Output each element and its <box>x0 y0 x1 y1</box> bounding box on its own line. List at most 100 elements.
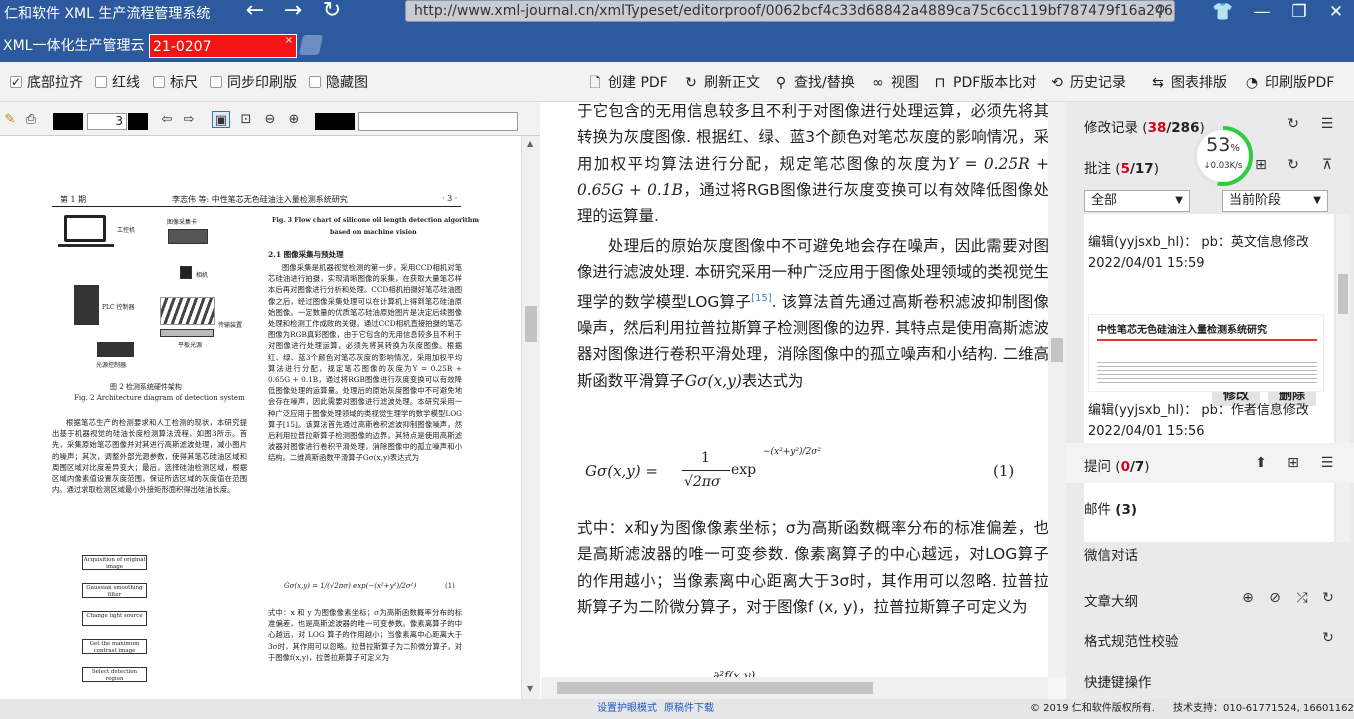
editor-paragraph[interactable]: 处理后的原始灰度图像中不可避免地会存在噪声，因此需要对图像进行滤波处理. 本研究… <box>577 233 1048 394</box>
outline-title[interactable]: 文章大纲 <box>1084 590 1138 610</box>
checkbox-ruler[interactable]: 标尺 <box>153 74 198 92</box>
scroll-up-icon[interactable]: ▲ <box>527 139 533 148</box>
page-number-input[interactable]: 3 <box>87 113 127 130</box>
zoom-out-icon[interactable]: ⊖ <box>261 111 279 128</box>
partial-formula[interactable]: ∂²f(x,y) <box>713 669 755 677</box>
checkbox-bottom-align[interactable]: 底部拉齐 <box>10 73 83 92</box>
checkbox-box[interactable] <box>153 76 165 88</box>
fit-page-icon[interactable]: ▣ <box>212 111 230 128</box>
citation-link[interactable]: [15] <box>751 293 772 304</box>
checkbox-box[interactable] <box>95 76 107 88</box>
print-icon[interactable]: ⎙ <box>22 111 40 128</box>
checkbox-box[interactable] <box>10 73 22 91</box>
zoom-level-field[interactable] <box>315 113 355 130</box>
questions-section[interactable]: 提问 (0/7) ⬆ ⊞ ☰ <box>1066 443 1354 483</box>
checkbox-box[interactable] <box>309 76 321 88</box>
editor-scrollbar[interactable] <box>1048 102 1066 677</box>
scroll-thumb[interactable] <box>525 306 537 342</box>
shirt-icon[interactable]: 👕 <box>1208 0 1238 24</box>
add-icon[interactable]: ⊞ <box>1252 156 1270 174</box>
prev-page-icon[interactable]: ⇦ <box>158 111 176 128</box>
wechat-section[interactable]: 微信对话 <box>1066 532 1354 572</box>
create-pdf-button[interactable]: 🗋 创建 PDF <box>587 73 667 93</box>
refresh-icon[interactable]: ↻ <box>317 0 347 24</box>
pdf-compare-button[interactable]: ⊓ PDF版本比对 <box>932 73 1037 93</box>
fit-width-icon[interactable]: ⊡ <box>237 111 255 128</box>
add-icon[interactable]: ⊕ <box>1239 589 1257 607</box>
format-check-title[interactable]: 格式规范性校验 <box>1084 630 1179 650</box>
section-label: 提问 <box>1084 459 1111 475</box>
checkbox-label: 隐藏图 <box>326 75 368 91</box>
format-check-section[interactable]: 格式规范性校验 ↻ <box>1066 618 1354 658</box>
scroll-thumb[interactable] <box>1338 274 1348 314</box>
refresh-icon[interactable]: ↻ <box>1284 115 1302 133</box>
back-arrow-icon[interactable]: ← <box>240 0 270 24</box>
close-icon[interactable]: ✕ <box>1321 0 1351 24</box>
checkbox-hide-figures[interactable]: 隐藏图 <box>309 74 368 92</box>
checkbox-red-line[interactable]: 红线 <box>95 74 140 92</box>
checkbox-label: 同步印刷版 <box>227 75 297 91</box>
tab-cloud[interactable]: XML一体化生产管理云... <box>0 34 146 58</box>
button-label: PDF版本比对 <box>953 75 1037 91</box>
checkbox-sync-print[interactable]: 同步印刷版 <box>210 74 297 92</box>
mail-section[interactable]: 邮件 (3) <box>1066 486 1354 526</box>
refresh-icon[interactable]: ↻ <box>1319 589 1337 607</box>
url-bar[interactable]: http://www.xml-journal.cn/xmlTypeset/edi… <box>405 0 1175 22</box>
scroll-thumb[interactable] <box>1051 338 1063 362</box>
next-page-icon[interactable]: ⇨ <box>180 111 198 128</box>
wechat-title[interactable]: 微信对话 <box>1084 544 1138 564</box>
light-controller-icon <box>97 342 134 357</box>
zoom-in-icon[interactable]: ⊕ <box>285 111 303 128</box>
history-button[interactable]: ⟲ 历史记录 <box>1049 73 1126 93</box>
pdf-search-input[interactable] <box>358 112 518 131</box>
upload-icon[interactable]: ⬆ <box>1252 454 1270 472</box>
eye-mode-link[interactable]: 设置护眼模式 <box>597 699 657 719</box>
comments-title[interactable]: 批注 (5/17) <box>1084 157 1159 177</box>
pdf-scrollbar[interactable]: ▲ ▼ <box>521 136 540 699</box>
search-icon[interactable]: ⚲ <box>1148 1 1172 21</box>
refresh-text-button[interactable]: ↻ 刷新正文 <box>683 73 760 93</box>
checkbox-box[interactable] <box>210 76 222 88</box>
shuffle-icon[interactable]: ⤮ <box>1293 589 1311 607</box>
progress-widget[interactable]: 53% ↓0.03K/s <box>1192 125 1254 187</box>
block-icon[interactable]: ⊘ <box>1266 589 1284 607</box>
print-pdf-button[interactable]: ◔ 印刷版PDF <box>1244 73 1334 93</box>
list-icon[interactable]: ☰ <box>1318 115 1336 133</box>
editor-paragraph[interactable]: 式中：x和y为图像像素坐标；σ为高斯函数概率分布的标准偏差，也是高斯滤波器的唯一… <box>577 515 1048 620</box>
annotate-icon[interactable]: ✎ <box>1 111 19 128</box>
inline-formula[interactable]: Gσ(x,y) <box>685 372 742 390</box>
upload-icon[interactable]: ⊼ <box>1318 156 1336 174</box>
tab-close-icon[interactable]: × <box>285 35 293 53</box>
editor-paragraph[interactable]: 于它包含的无用信息较多且不利于对图像进行处理运算，必须先将其转换为灰度图像. 根… <box>577 102 1048 229</box>
view-button[interactable]: ∞ 视图 <box>870 73 919 93</box>
list-icon[interactable]: ☰ <box>1318 454 1336 472</box>
comment-thumbnail[interactable]: 中性笔芯无色硅油注入量检测系统研究 <box>1088 314 1324 392</box>
add-icon[interactable]: ⊞ <box>1284 454 1302 472</box>
editor-content[interactable]: 于它包含的无用信息较多且不利于对图像进行处理运算，必须先将其转换为灰度图像. 根… <box>541 102 1048 677</box>
editor-hscrollbar[interactable] <box>541 677 1048 699</box>
maximize-icon[interactable]: ❐ <box>1284 0 1314 24</box>
refresh-icon[interactable]: ↻ <box>1319 629 1337 647</box>
tab-21-0207[interactable]: 21-0207 × <box>149 34 297 58</box>
refresh-icon[interactable]: ↻ <box>1284 156 1302 174</box>
filter-all-select[interactable]: 全部 ▼ <box>1084 190 1190 212</box>
forward-arrow-icon[interactable]: → <box>278 0 308 24</box>
mail-title[interactable]: 邮件 (3) <box>1084 498 1137 518</box>
button-label: 历史记录 <box>1070 75 1126 91</box>
new-tab-button[interactable] <box>298 35 324 55</box>
figure-layout-button[interactable]: ⇆ 图表排版 <box>1150 73 1227 93</box>
scroll-thumb[interactable] <box>557 682 873 694</box>
shortcut-section[interactable]: 快捷键操作 <box>1066 659 1354 699</box>
scroll-down-icon[interactable]: ▼ <box>527 684 533 693</box>
filter-stage-select[interactable]: 当前阶段 ▼ <box>1222 190 1328 212</box>
download-original-link[interactable]: 原稿件下载 <box>664 699 714 719</box>
header-rule <box>52 206 461 207</box>
percent-value: 53 <box>1206 134 1231 156</box>
shortcut-title[interactable]: 快捷键操作 <box>1084 671 1152 691</box>
minimize-icon[interactable]: — <box>1247 0 1277 24</box>
outline-section[interactable]: 文章大纲 ⊕ ⊘ ⤮ ↻ <box>1066 578 1354 618</box>
find-replace-button[interactable]: ⚲ 查找/替换 <box>773 73 855 93</box>
revisions-title[interactable]: 修改记录 (38/286) <box>1084 116 1205 136</box>
questions-title[interactable]: 提问 (0/7) <box>1084 455 1150 475</box>
checkbox-label: 红线 <box>112 75 140 91</box>
